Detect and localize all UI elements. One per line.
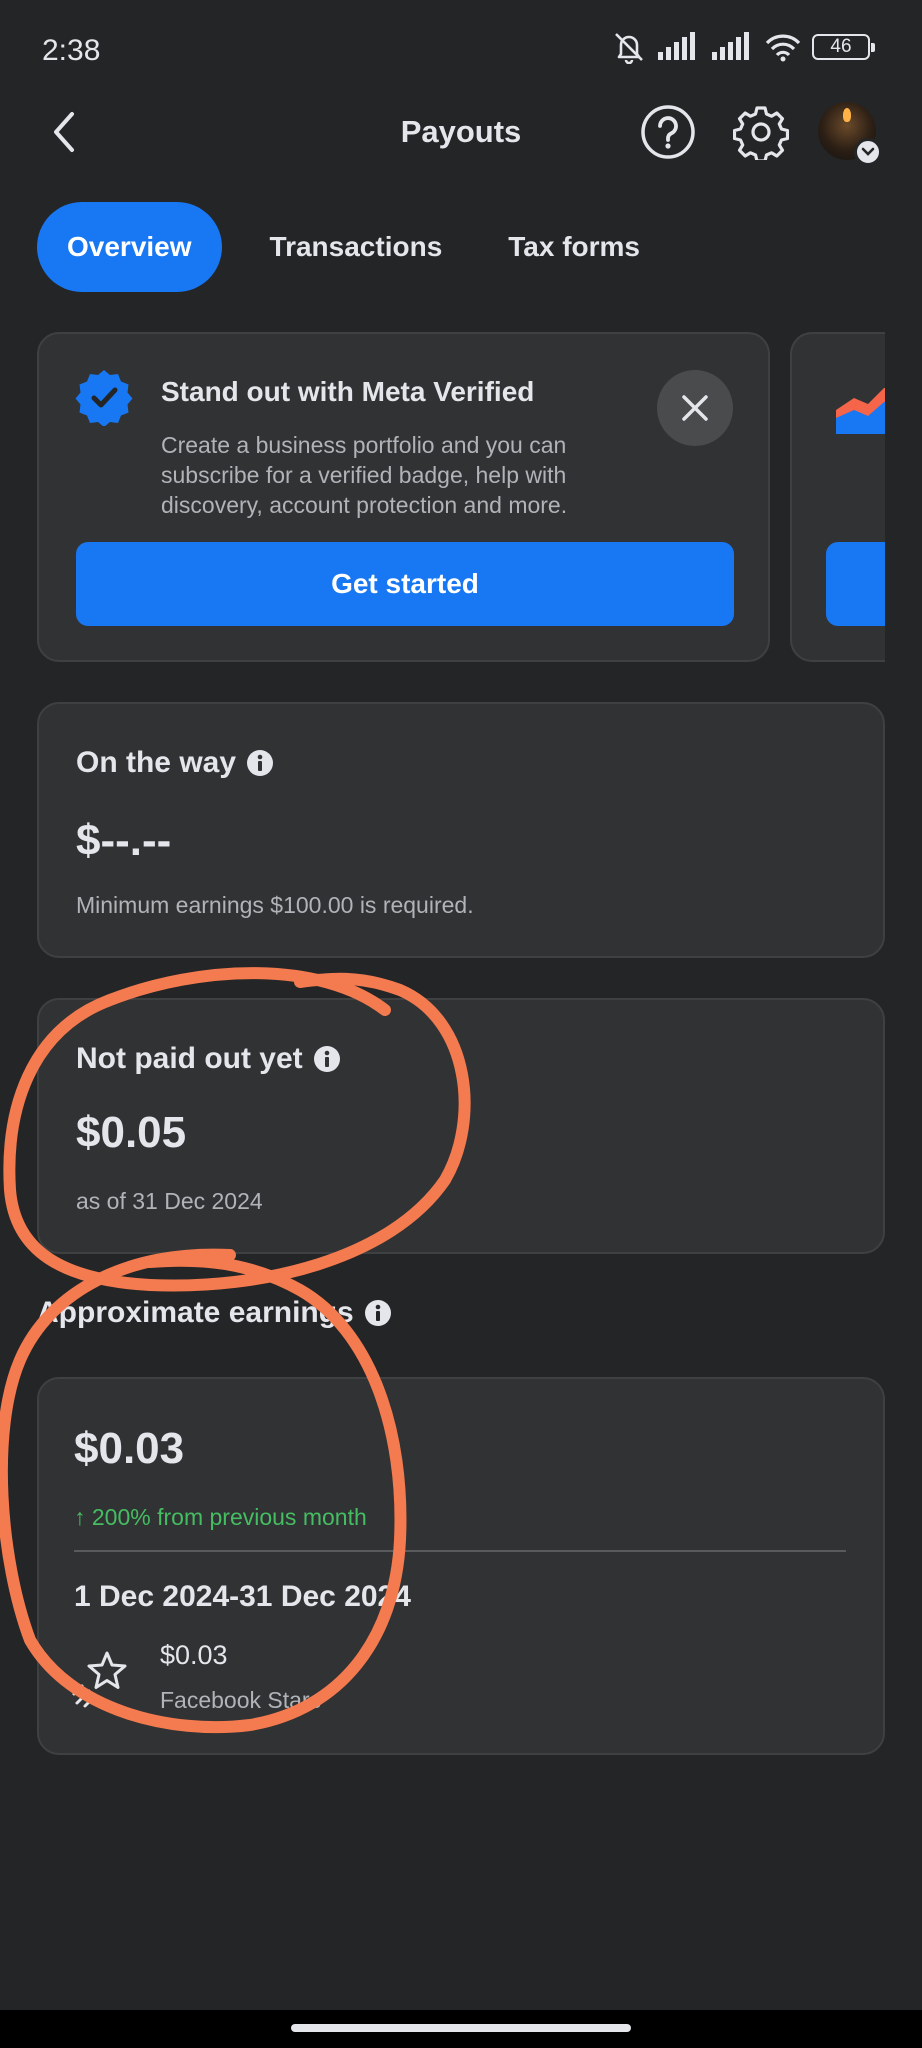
stars-label: Facebook Stars — [160, 1687, 322, 1713]
not-paid-out-amount: $0.05 — [76, 1108, 187, 1157]
tab-bar: Overview Transactions Tax forms — [37, 202, 670, 292]
on-the-way-note: Minimum earnings $100.00 is required. — [76, 892, 474, 918]
info-icon[interactable] — [364, 1299, 392, 1327]
star-icon — [72, 1651, 127, 1708]
on-the-way-label: On the way — [76, 746, 274, 780]
promo-description: Create a business portfolio and you can … — [161, 432, 568, 518]
verified-badge-icon — [75, 370, 133, 426]
stars-amount: $0.03 — [160, 1640, 228, 1670]
not-paid-out-title: Not paid out yet — [76, 1042, 303, 1075]
divider — [74, 1550, 846, 1552]
status-time: 2:38 — [42, 34, 101, 67]
wifi-icon — [765, 34, 801, 62]
avatar-image — [843, 108, 851, 122]
approximate-earnings-heading: Approximate earnings — [37, 1296, 392, 1330]
earnings-trend: ↑ 200% from previous month — [74, 1504, 367, 1530]
on-the-way-card: On the way $--.-- Minimum earnings $100.… — [37, 702, 885, 958]
tab-tax-forms[interactable]: Tax forms — [478, 202, 670, 292]
date-range: 1 Dec 2024-31 Dec 2024 — [74, 1580, 411, 1613]
signal-icon — [712, 32, 749, 60]
info-icon[interactable] — [313, 1045, 341, 1073]
tab-overview[interactable]: Overview — [37, 202, 222, 292]
status-icons: 46 — [612, 30, 875, 64]
app-header: Payouts — [0, 96, 922, 168]
approximate-earnings-amount: $0.03 — [74, 1424, 185, 1473]
system-nav-bar — [0, 2010, 922, 2048]
on-the-way-amount: $--.-- — [76, 816, 172, 865]
not-paid-out-note: as of 31 Dec 2024 — [76, 1188, 263, 1214]
tab-transactions[interactable]: Transactions — [240, 202, 473, 292]
home-indicator[interactable] — [291, 2024, 631, 2032]
edge-mask — [885, 320, 922, 680]
close-button[interactable] — [657, 370, 733, 446]
on-the-way-title: On the way — [76, 746, 237, 779]
avatar[interactable] — [818, 102, 882, 166]
chevron-down-icon — [854, 138, 882, 166]
not-paid-out-card: Not paid out yet $0.05 as of 31 Dec 2024 — [37, 998, 885, 1254]
close-icon — [682, 395, 708, 421]
approximate-earnings-title: Approximate earnings — [37, 1296, 354, 1329]
bell-muted-icon — [615, 33, 643, 64]
promo-title: Stand out with Meta Verified — [161, 376, 535, 407]
help-icon[interactable] — [640, 104, 696, 160]
battery-level: 46 — [830, 36, 852, 57]
info-icon[interactable] — [246, 749, 274, 777]
battery-icon: 46 — [812, 34, 875, 60]
signal-icon — [658, 32, 695, 60]
get-started-button[interactable]: Get started — [76, 542, 734, 626]
not-paid-out-label: Not paid out yet — [76, 1042, 341, 1076]
meta-verified-promo-card: Stand out with Meta Verified Create a bu… — [37, 332, 770, 662]
payouts-screen: 2:38 46 Payouts Overview Transactions Ta… — [0, 0, 922, 2048]
gear-icon[interactable] — [733, 104, 789, 160]
status-bar: 2:38 46 — [0, 0, 922, 100]
